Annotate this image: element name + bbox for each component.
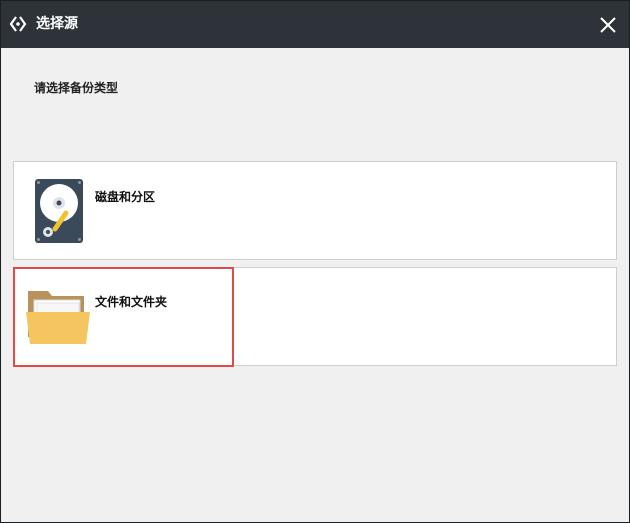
backup-app-icon <box>9 16 27 32</box>
files-and-folders-option[interactable]: 文件和文件夹 <box>13 267 617 366</box>
folder-icon <box>26 291 90 344</box>
window-title: 选择源 <box>36 16 78 32</box>
title-bar: 选择源 <box>1 1 629 48</box>
disk-and-partition-option[interactable]: 磁盘和分区 <box>13 161 617 260</box>
backup-type-prompt: 请选择备份类型 <box>34 81 119 95</box>
files-and-folders-label: 文件和文件夹 <box>95 295 168 309</box>
hard-disk-icon <box>35 179 83 243</box>
select-source-dialog: 选择源 请选择备份类型 磁盘和分区 文件和文件夹 <box>0 0 630 523</box>
disk-and-partition-label: 磁盘和分区 <box>95 190 156 204</box>
close-icon[interactable] <box>597 14 619 36</box>
